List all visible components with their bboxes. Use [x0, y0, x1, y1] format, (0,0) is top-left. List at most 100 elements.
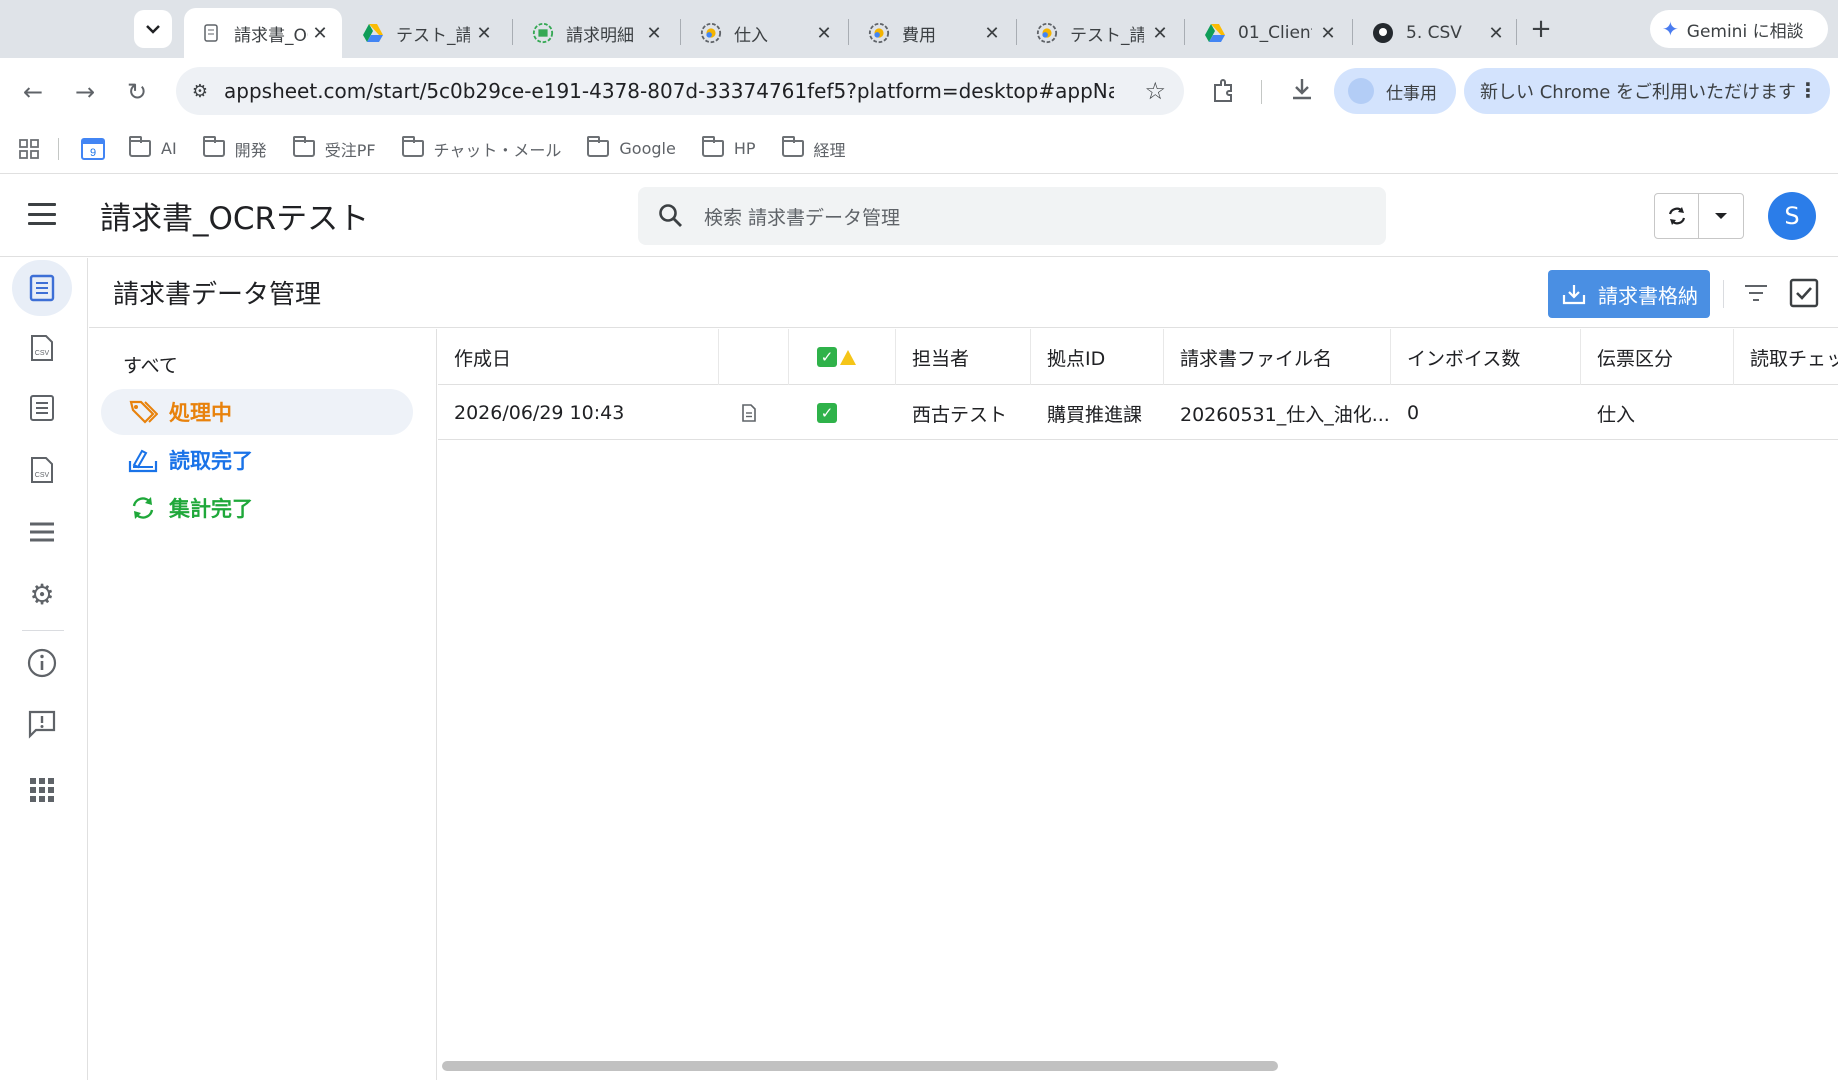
select-checkbox-icon[interactable] [1789, 278, 1819, 308]
bookmark-label: 経理 [813, 140, 846, 160]
new-tab-button[interactable]: + [1524, 12, 1558, 46]
rail-item-csv-2[interactable]: CSV [12, 442, 72, 498]
bookmark-folder-dev[interactable]: 開発 [202, 136, 267, 161]
sync-dropdown-button[interactable] [1699, 194, 1743, 238]
back-arrow-icon: ← [22, 78, 44, 106]
filter-item-processing[interactable]: 処理中 [101, 389, 413, 435]
bookmark-label: 開発 [234, 140, 267, 160]
bookmark-folder-google[interactable]: Google [587, 136, 676, 158]
column-header-invoice-count[interactable]: インボイス数 [1391, 329, 1581, 385]
close-icon[interactable]: ✕ [472, 21, 496, 45]
tab-title: 費用 [902, 25, 936, 46]
bookmark-folder-ai[interactable]: AI [129, 136, 177, 158]
tab-separator [512, 19, 513, 45]
column-header-read-check[interactable]: 読取チェック [1734, 329, 1838, 385]
tab-2[interactable]: 請求明細 ✕ [516, 8, 676, 58]
search-placeholder: 検索 請求書データ管理 [704, 206, 901, 229]
bookmark-folder-orders[interactable]: 受注PF [292, 136, 376, 161]
sync-button[interactable] [1655, 194, 1699, 238]
tab-search-button[interactable] [134, 10, 172, 48]
url-text[interactable]: appsheet.com/start/5c0b29ce-e191-4378-80… [224, 79, 1114, 103]
extensions-puzzle-icon[interactable] [1208, 75, 1240, 107]
rail-item-csv-1[interactable]: CSV [12, 320, 72, 376]
column-header-filename[interactable]: 請求書ファイル名 [1164, 329, 1391, 385]
download-icon[interactable] [1286, 74, 1318, 106]
column-header-file[interactable] [719, 329, 789, 385]
plus-icon: + [1530, 14, 1552, 44]
gemini-button[interactable]: ✦ Gemini に相談 [1650, 10, 1828, 48]
rail-item-list-2[interactable] [12, 380, 72, 436]
tab-title: テスト_請求 [1070, 25, 1144, 46]
reload-button[interactable]: ↻ [120, 75, 154, 109]
cell-file[interactable] [719, 386, 789, 440]
apps-grid-icon[interactable] [18, 138, 40, 160]
close-icon[interactable]: ✕ [1484, 21, 1508, 45]
filter-item-read-done[interactable]: 読取完了 [101, 437, 413, 483]
store-invoice-button[interactable]: 請求書格納 [1548, 270, 1710, 318]
column-header-created[interactable]: 作成日 [438, 329, 719, 385]
profile-chip[interactable]: 仕事用 [1334, 68, 1456, 114]
cell-read-check [1734, 386, 1838, 440]
cell-person: 西古テスト [912, 403, 1008, 426]
google-drive-icon [1204, 22, 1226, 44]
user-avatar[interactable]: S [1768, 192, 1816, 240]
tab-6[interactable]: 01_Client ✕ [1188, 8, 1350, 58]
column-header-status[interactable]: ✓ [789, 329, 896, 385]
tab-1[interactable]: テスト_請求書 ✕ [346, 8, 506, 58]
horizontal-scrollbar[interactable] [442, 1061, 1278, 1071]
cell-status: ✓ [789, 386, 896, 440]
table-row[interactable]: 2026/06/29 10:43 ✓ 西古テスト 購買推進課 20260531_… [438, 386, 1838, 440]
tab-7[interactable]: 5. CSV ✕ [1356, 8, 1518, 58]
appsheet-icon [1036, 22, 1058, 44]
google-calendar-icon[interactable]: 9 [81, 137, 105, 161]
address-bar[interactable]: ⚙ appsheet.com/start/5c0b29ce-e191-4378-… [176, 67, 1184, 115]
rail-item-feedback[interactable] [12, 696, 72, 752]
filter-all[interactable]: すべて [123, 351, 178, 378]
bookmark-folder-chat-mail[interactable]: チャット・メール [401, 136, 561, 161]
rail-item-about[interactable] [12, 635, 72, 691]
column-header-slip-type[interactable]: 伝票区分 [1581, 329, 1734, 385]
svg-text:9: 9 [90, 147, 96, 159]
column-header-person[interactable]: 担当者 [896, 329, 1031, 385]
tab-4[interactable]: 費用 ✕ [852, 8, 1014, 58]
tab-5[interactable]: テスト_請求 ✕ [1020, 8, 1182, 58]
close-icon[interactable]: ✕ [812, 21, 836, 45]
profile-avatar-icon [1348, 78, 1374, 104]
close-icon[interactable]: ✕ [980, 21, 1004, 45]
chrome-update-chip[interactable]: 新しい Chrome をご利用いただけます ⋮ [1464, 68, 1830, 114]
tab-0[interactable]: 請求書_OCRテスト ✕ [184, 8, 342, 58]
rail-item-invoice-data[interactable] [12, 260, 72, 316]
site-settings-icon[interactable]: ⚙ [176, 81, 224, 102]
tab-title: 01_Client [1238, 23, 1312, 43]
rail-item-menu[interactable] [12, 504, 72, 560]
hamburger-menu-icon[interactable] [28, 203, 56, 225]
search-icon [638, 203, 704, 229]
rail-item-apps[interactable] [12, 762, 72, 818]
kebab-menu-icon[interactable]: ⋮ [1798, 78, 1818, 102]
tab-separator [1516, 19, 1517, 45]
bookmarks-divider [58, 137, 59, 160]
cell-filename: 20260531_仕入_油化... [1180, 403, 1390, 426]
close-icon[interactable]: ✕ [642, 21, 666, 45]
appsheet-icon [868, 22, 890, 44]
browser-toolbar: ← → ↻ ⚙ appsheet.com/start/5c0b29ce-e191… [0, 58, 1838, 124]
close-icon[interactable]: ✕ [1316, 21, 1340, 45]
close-icon[interactable]: ✕ [308, 21, 332, 45]
appsheet-icon [700, 22, 722, 44]
cell-created: 2026/06/29 10:43 [454, 402, 625, 424]
column-header-site[interactable]: 拠点ID [1031, 329, 1164, 385]
filter-icon[interactable] [1743, 282, 1769, 304]
star-icon[interactable]: ☆ [1144, 77, 1166, 105]
close-icon[interactable]: ✕ [1148, 21, 1172, 45]
search-bar[interactable]: 検索 請求書データ管理 [638, 187, 1386, 245]
forward-button[interactable]: → [68, 75, 102, 109]
back-button[interactable]: ← [16, 75, 50, 109]
rail-item-settings[interactable]: ⚙ [12, 566, 72, 622]
bookmark-folder-hp[interactable]: HP [701, 136, 756, 158]
app-header: 請求書_OCRテスト 検索 請求書データ管理 S [0, 175, 1838, 257]
gemini-sparkle-icon: ✦ [1662, 17, 1679, 41]
bookmark-folder-accounting[interactable]: 経理 [781, 136, 846, 161]
filter-item-aggregated[interactable]: 集計完了 [101, 485, 413, 531]
upload-tray-icon [1562, 285, 1586, 305]
tab-3[interactable]: 仕入 ✕ [684, 8, 846, 58]
